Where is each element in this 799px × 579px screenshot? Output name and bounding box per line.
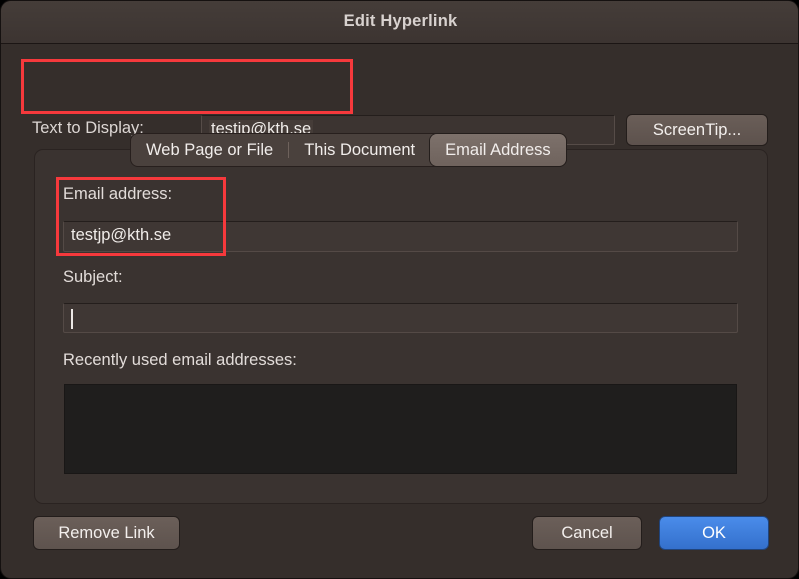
email-address-input[interactable]: testjp@kth.se [63,221,738,252]
tab-this-document[interactable]: This Document [289,134,430,166]
email-address-label: Email address: [63,185,173,203]
cancel-button[interactable]: Cancel [532,516,642,550]
text-caret [71,309,73,329]
remove-link-button[interactable]: Remove Link [33,516,180,550]
edit-hyperlink-dialog: Edit Hyperlink Text to Display: testjp@k… [0,0,799,579]
tab-web-page-or-file[interactable]: Web Page or File [131,134,288,166]
screentip-button[interactable]: ScreenTip... [626,114,768,146]
tab-email-address[interactable]: Email Address [430,134,566,166]
dialog-title: Edit Hyperlink [343,12,458,30]
email-address-value: testjp@kth.se [71,226,172,244]
text-to-display-row: Text to Display: testjp@kth.se ScreenTip… [1,45,798,146]
text-to-display-label: Text to Display: [32,119,144,137]
recently-used-label: Recently used email addresses: [63,351,297,369]
dialog-title-bar: Edit Hyperlink [1,1,798,44]
hyperlink-type-tabs: Web Page or File This Document Email Add… [130,133,567,167]
ok-button[interactable]: OK [659,516,769,550]
recently-used-email-list[interactable] [64,384,737,474]
subject-label: Subject: [63,268,123,286]
subject-input[interactable] [63,303,738,333]
